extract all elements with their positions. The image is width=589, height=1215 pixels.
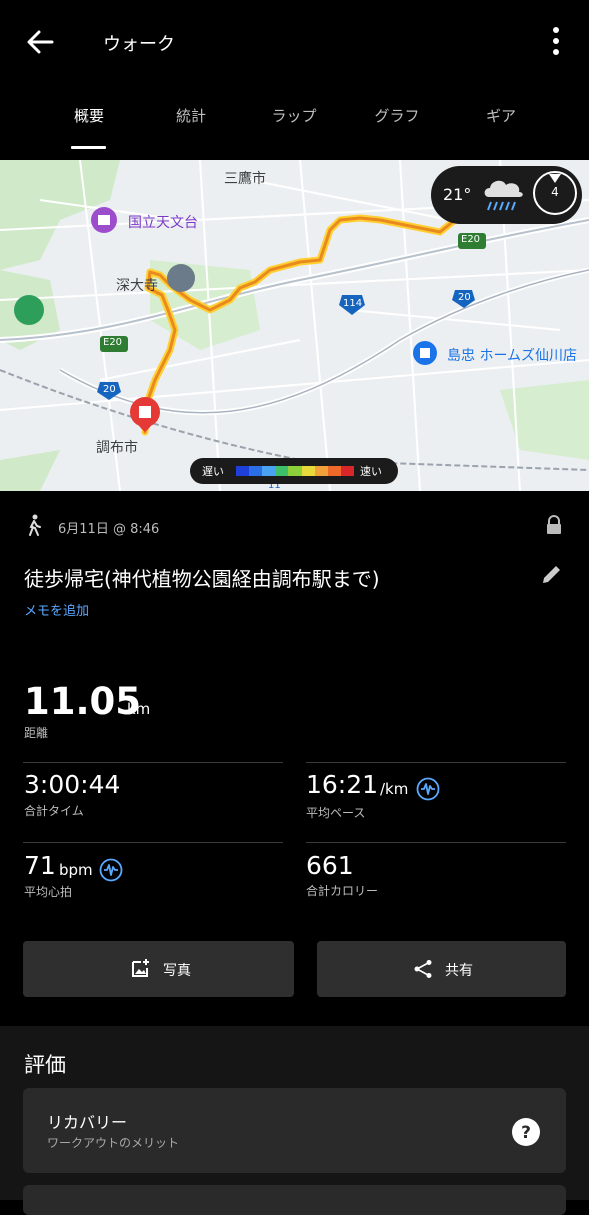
- map-label-jindaiji: 深大寺: [116, 278, 158, 294]
- tab-overview[interactable]: 概要: [44, 105, 134, 126]
- legend-color-swatch: [236, 466, 250, 476]
- share-button[interactable]: 共有: [317, 941, 566, 997]
- legend-color-swatch: [249, 466, 263, 476]
- add-photo-button[interactable]: 写真: [23, 941, 294, 997]
- next-rating-card[interactable]: [23, 1185, 566, 1215]
- map-label-observatory: 国立天文台: [128, 215, 198, 231]
- rating-title: 評価: [24, 1053, 66, 1077]
- page-title: ウォーク: [103, 34, 175, 55]
- avg-hr-unit: bpm: [59, 861, 93, 879]
- add-memo-link[interactable]: メモを追加: [24, 600, 89, 619]
- legend-color-swatch: [275, 466, 289, 476]
- activity-date: 6月11日 @ 8:46: [58, 522, 160, 537]
- road-shield-114: 114: [343, 298, 363, 309]
- divider: [23, 762, 283, 763]
- avg-hr-label: 平均心拍: [24, 885, 73, 899]
- recovery-subtitle: ワークアウトのメリット: [47, 1136, 180, 1150]
- road-shield-e20: E20: [103, 337, 123, 348]
- speed-legend: 遅い 速い: [190, 458, 398, 484]
- road-shield-20: 20: [103, 384, 116, 395]
- add-photo-label: 写真: [163, 963, 191, 979]
- avg-pace-value: 16:21: [306, 770, 379, 799]
- lock-icon[interactable]: [545, 515, 563, 535]
- legend-color-swatch: [288, 466, 302, 476]
- distance-unit: km: [127, 700, 151, 718]
- map-label-store: 島忠 ホームズ仙川店: [447, 348, 578, 364]
- add-photo-icon: [132, 959, 149, 977]
- weather-temperature: 21°: [443, 185, 472, 204]
- calories-label: 合計カロリー: [306, 884, 379, 898]
- legend-slow-label: 遅い: [202, 465, 224, 478]
- pulse-chart-icon[interactable]: [99, 858, 123, 882]
- pulse-chart-icon[interactable]: [416, 777, 440, 801]
- divider: [306, 842, 566, 843]
- tab-graph[interactable]: グラフ: [352, 105, 442, 126]
- divider: [23, 842, 283, 843]
- legend-gradient: [236, 466, 354, 476]
- distance-label: 距離: [24, 726, 49, 740]
- more-vert-icon[interactable]: [546, 26, 566, 56]
- divider: [306, 762, 566, 763]
- back-arrow-icon[interactable]: [22, 24, 58, 60]
- svg-text:?: ?: [521, 1123, 531, 1143]
- rain-cloud-icon: [484, 180, 523, 211]
- walk-icon: [29, 514, 41, 536]
- tab-gear[interactable]: ギア: [456, 105, 546, 126]
- road-shield-e20: E20: [461, 234, 481, 245]
- wind-indicator: 4: [533, 171, 577, 215]
- total-time-label: 合計タイム: [24, 804, 84, 818]
- recovery-title: リカバリー: [47, 1113, 128, 1132]
- pencil-icon[interactable]: [540, 562, 564, 586]
- map-label-mitaka: 三鷹市: [224, 171, 266, 187]
- share-icon: [414, 960, 432, 978]
- active-tab-indicator: [71, 146, 106, 149]
- legend-color-swatch: [314, 466, 328, 476]
- legend-color-swatch: [327, 466, 341, 476]
- calories-value: 661: [306, 851, 354, 880]
- weather-chip: 21° 4: [431, 166, 582, 224]
- activity-title: 徒歩帰宅(神代植物公園経由調布駅まで): [24, 567, 380, 591]
- map-label-chofu: 調布市: [96, 440, 138, 456]
- road-shield-20: 20: [458, 292, 471, 303]
- help-icon[interactable]: ?: [511, 1117, 541, 1147]
- share-label: 共有: [445, 963, 473, 979]
- legend-color-swatch: [301, 466, 315, 476]
- avg-pace-unit: /km: [380, 780, 409, 798]
- legend-color-swatch: [262, 466, 276, 476]
- legend-color-swatch: [340, 466, 354, 476]
- total-time-value: 3:00:44: [24, 770, 121, 799]
- distance-value: 11.05: [24, 680, 142, 723]
- tab-stats[interactable]: 統計: [146, 105, 236, 126]
- avg-pace-label: 平均ペース: [306, 806, 366, 820]
- tab-laps[interactable]: ラップ: [249, 105, 339, 126]
- avg-hr-value: 71: [24, 851, 56, 880]
- legend-fast-label: 速い: [360, 465, 382, 478]
- wind-speed: 4: [551, 185, 559, 199]
